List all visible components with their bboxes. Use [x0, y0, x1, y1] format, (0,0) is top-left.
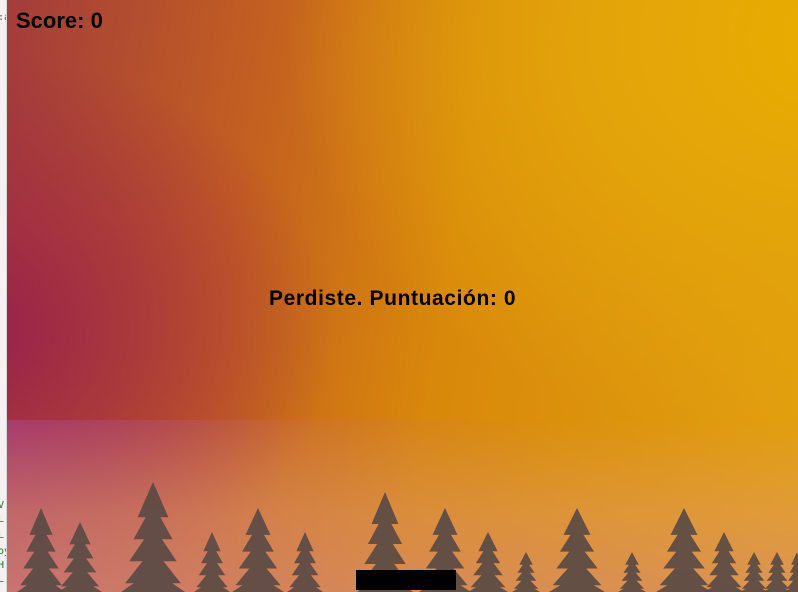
- background-page-text: H: [0, 560, 4, 571]
- pine-tree: [232, 508, 284, 592]
- background-page-text: V: [0, 500, 4, 511]
- game-over-message: Perdiste. Puntuación: 0: [269, 287, 517, 310]
- pine-tree: [58, 522, 102, 592]
- player-paddle[interactable]: [356, 570, 456, 590]
- pine-tree: [121, 482, 185, 592]
- pine-tree: [512, 552, 540, 592]
- game-viewport: :aVLLoyHL Score: 0 Perdiste. Puntuación:…: [0, 0, 798, 592]
- background-page-edge: :aVLLoyHL: [0, 0, 7, 592]
- pine-tree: [287, 532, 323, 592]
- pine-tree: [549, 508, 605, 592]
- pine-tree: [468, 532, 508, 592]
- pine-tree: [785, 552, 798, 592]
- background-page-text: :a: [0, 12, 6, 23]
- background-page-text: L: [0, 530, 4, 541]
- pine-tree: [704, 532, 744, 592]
- pine-tree: [618, 552, 646, 592]
- background-page-text: L: [0, 574, 4, 585]
- pine-tree: [763, 552, 791, 592]
- background-page-text: oy: [0, 546, 6, 557]
- score-label: Score: 0: [16, 8, 103, 33]
- background-page-text: L: [0, 514, 4, 525]
- game-canvas[interactable]: Score: 0 Perdiste. Puntuación: 0: [7, 0, 798, 592]
- pine-tree: [740, 552, 768, 592]
- pine-tree: [17, 508, 65, 592]
- pine-tree: [656, 508, 712, 592]
- pine-tree: [194, 532, 230, 592]
